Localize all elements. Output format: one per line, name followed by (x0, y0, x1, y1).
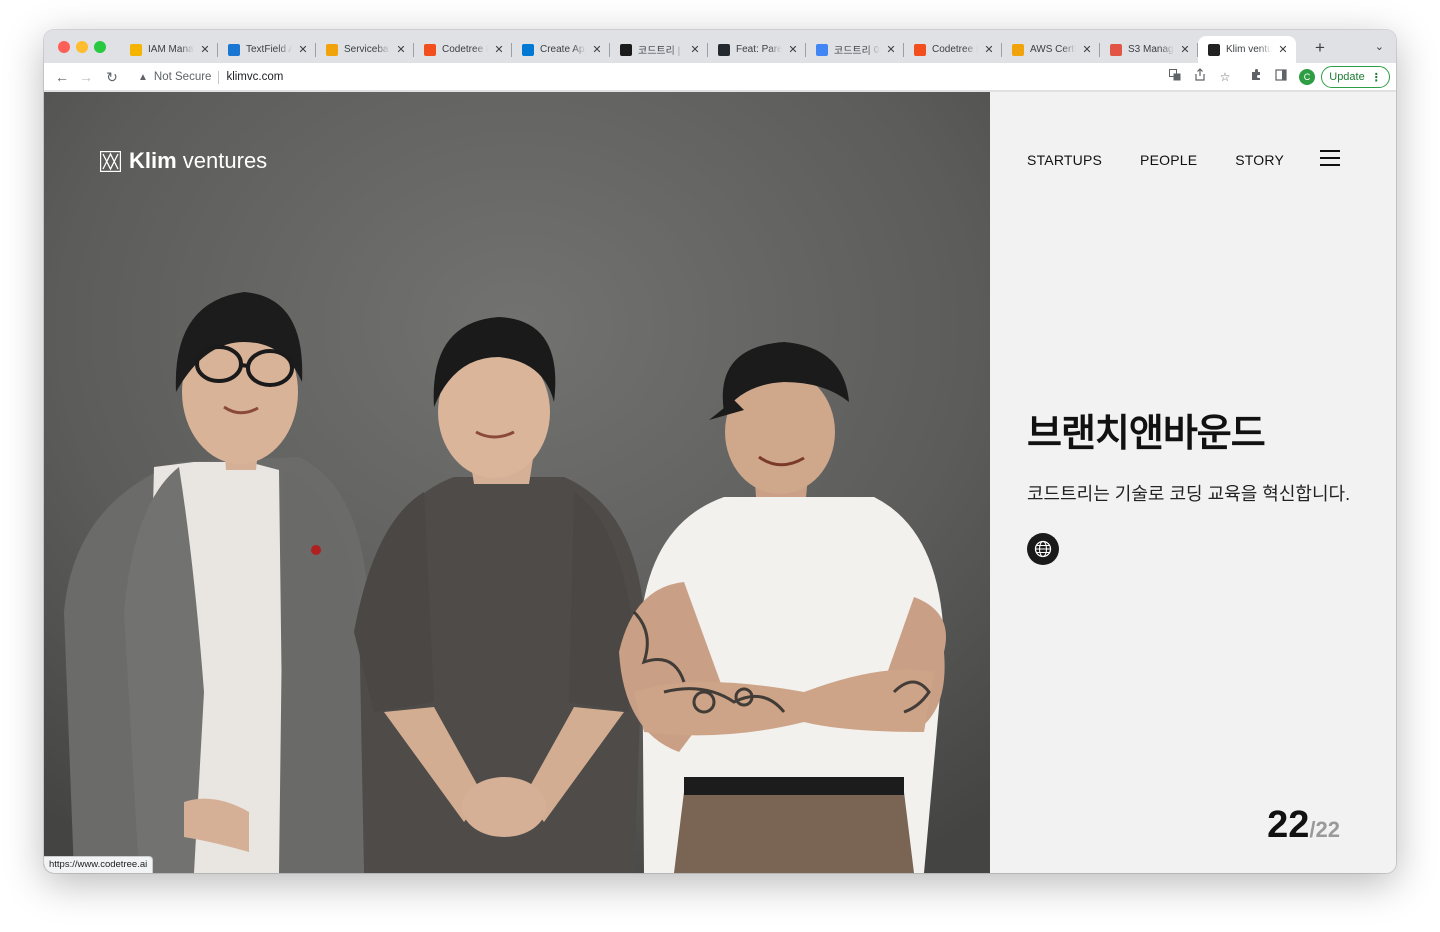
figma-icon (914, 43, 926, 56)
tab-close-icon[interactable]: ✕ (198, 43, 212, 56)
warning-icon: ▲ (138, 71, 148, 83)
logo-text: Klim ventures (129, 148, 268, 173)
window-minimize-button[interactable] (76, 41, 88, 53)
tab-close-icon[interactable]: ✕ (982, 43, 996, 56)
tab-label: Serviceba (344, 44, 389, 55)
founders-illustration (44, 92, 990, 873)
bookmark-star-icon[interactable]: ☆ (1216, 68, 1234, 86)
klim-logo-icon (100, 150, 121, 172)
tab-search-icon[interactable]: ⌄ (1375, 40, 1384, 53)
tab-close-icon[interactable]: ✕ (688, 43, 702, 56)
browser-tab[interactable]: Create App ✕ (512, 36, 610, 63)
browser-tab[interactable]: S3 Manage ✕ (1100, 36, 1198, 63)
browser-tab[interactable]: IAM Manag ✕ (120, 36, 218, 63)
tab-label: Codetree D (442, 44, 488, 55)
tab-strip: IAM Manag✕TextField A✕Serviceba✕Codetree… (44, 30, 1396, 63)
browser-tab[interactable]: TextField A ✕ (218, 36, 316, 63)
tab-close-icon[interactable]: ✕ (1276, 43, 1290, 56)
total-slides: /22 (1309, 817, 1340, 842)
startup-name: 브랜치앤바운드 (1027, 413, 1266, 455)
figma-icon (424, 43, 436, 56)
current-slide: 22 (1267, 804, 1310, 846)
klim-logo[interactable]: Klim ventures (100, 148, 267, 174)
webpage: Klim ventures https://www.codetree.ai ST… (44, 92, 1396, 873)
tab-close-icon[interactable]: ✕ (786, 43, 800, 56)
update-label: Update (1329, 71, 1365, 83)
startup-description: 코드트리는 기술로 코딩 교육을 혁신합니다. (1027, 484, 1351, 504)
browser-tab[interactable]: 코드트리 아이 ✕ (806, 36, 904, 63)
extensions-icon[interactable] (1247, 68, 1265, 86)
tab-close-icon[interactable]: ✕ (1178, 43, 1192, 56)
tab-close-icon[interactable]: ✕ (590, 43, 604, 56)
tab-close-icon[interactable]: ✕ (394, 43, 408, 56)
browser-tab[interactable]: Serviceba ✕ (316, 36, 414, 63)
browser-tab[interactable]: Klim ventu ✕ (1198, 36, 1296, 63)
azure-icon (522, 43, 534, 56)
browser-tab[interactable]: AWS Certif ✕ (1002, 36, 1100, 63)
window-maximize-button[interactable] (94, 41, 106, 53)
browser-tab[interactable]: 코드트리 | 프 ✕ (610, 36, 708, 63)
tab-close-icon[interactable]: ✕ (296, 43, 310, 56)
website-link-button[interactable] (1027, 533, 1059, 565)
profile-avatar[interactable]: C (1299, 69, 1315, 85)
tab-label: IAM Manag (148, 44, 194, 55)
klim-icon (1208, 43, 1220, 56)
forward-button[interactable]: → (76, 67, 96, 87)
founders-photo: Klim ventures https://www.codetree.ai (44, 92, 990, 873)
tab-label: Feat: Paren (736, 44, 782, 55)
startup-detail-panel: STARTUPS PEOPLE STORY 브랜치앤바운드 코드트리는 기술로 … (990, 92, 1396, 873)
codetree-icon (620, 43, 632, 56)
nav-startups[interactable]: STARTUPS (1027, 152, 1102, 168)
tab-label: TextField A (246, 44, 292, 55)
tab-label: AWS Certif (1030, 44, 1076, 55)
main-navigation: STARTUPS PEOPLE STORY (1027, 152, 1284, 168)
github-icon (718, 43, 730, 56)
key-icon (130, 43, 142, 56)
browser-window: IAM Manag✕TextField A✕Serviceba✕Codetree… (44, 30, 1396, 873)
tab-label: 코드트리 아이 (834, 46, 880, 57)
tab-label: 코드트리 | 프 (638, 46, 684, 57)
side-panel-icon[interactable] (1272, 68, 1290, 86)
omnibox-divider (218, 70, 220, 84)
new-tab-button[interactable]: + (1310, 38, 1330, 58)
browser-toolbar: ← → ↻ ▲ Not Secure klimvc.com ☆ C Update… (44, 63, 1396, 91)
hamburger-menu-icon[interactable] (1320, 150, 1340, 166)
tab-close-icon[interactable]: ✕ (1080, 43, 1094, 56)
browser-tab[interactable]: Codetree D ✕ (414, 36, 512, 63)
nav-people[interactable]: PEOPLE (1140, 152, 1197, 168)
menu-dots-icon: ⋮ (1370, 71, 1382, 84)
docs-icon (816, 43, 828, 56)
reload-button[interactable]: ↻ (102, 67, 122, 87)
globe-icon (1034, 540, 1052, 558)
tab-label: Codetree D (932, 44, 978, 55)
s3-icon (1110, 43, 1122, 56)
translate-icon[interactable] (1166, 68, 1184, 86)
mui-icon (228, 43, 240, 56)
nav-story[interactable]: STORY (1235, 152, 1284, 168)
tab-list: IAM Manag✕TextField A✕Serviceba✕Codetree… (120, 36, 1296, 63)
address-bar[interactable]: ▲ Not Secure klimvc.com (130, 66, 1240, 88)
box-icon (326, 43, 338, 56)
status-bar-url: https://www.codetree.ai (44, 856, 154, 873)
tab-label: Klim ventu (1226, 44, 1272, 55)
url-text[interactable]: klimvc.com (226, 71, 283, 83)
window-close-button[interactable] (58, 41, 70, 53)
security-label[interactable]: Not Secure (154, 71, 212, 83)
update-button[interactable]: Update ⋮ (1321, 66, 1390, 88)
tab-close-icon[interactable]: ✕ (884, 43, 898, 56)
slide-counter: 22/22 (1267, 804, 1340, 847)
browser-tab[interactable]: Feat: Paren ✕ (708, 36, 806, 63)
back-button[interactable]: ← (52, 67, 72, 87)
browser-tab[interactable]: Codetree D ✕ (904, 36, 1002, 63)
box-icon (1012, 43, 1024, 56)
share-icon[interactable] (1191, 68, 1209, 86)
tab-label: Create App (540, 44, 586, 55)
tab-label: S3 Manage (1128, 44, 1174, 55)
tab-close-icon[interactable]: ✕ (492, 43, 506, 56)
